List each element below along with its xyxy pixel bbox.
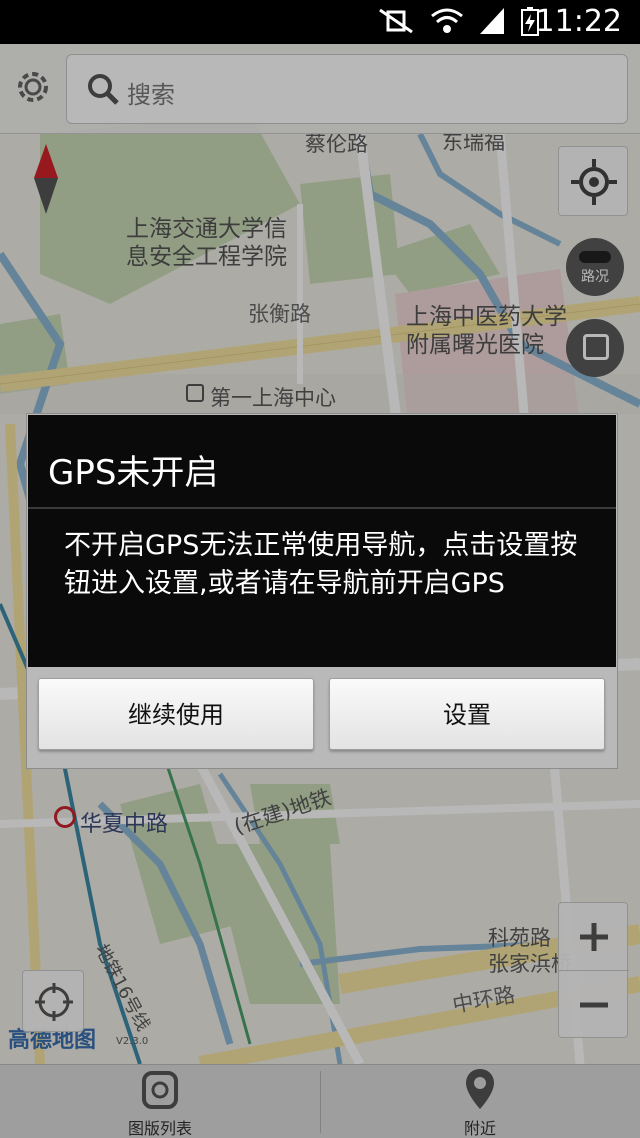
mute-vibrate-icon bbox=[379, 8, 413, 34]
status-icons bbox=[376, 6, 540, 36]
wifi-icon bbox=[431, 8, 463, 33]
dialog-message-area: 不开启GPS无法正常使用导航，点击设置按钮进入设置,或者请在导航前开启GPS bbox=[28, 509, 616, 667]
dialog-title-area: GPS未开启 bbox=[28, 415, 616, 507]
signal-icon bbox=[480, 8, 504, 34]
status-bar: 11:22 bbox=[0, 0, 640, 44]
gps-dialog: GPS未开启 不开启GPS无法正常使用导航，点击设置按钮进入设置,或者请在导航前… bbox=[26, 413, 618, 769]
dialog-message: 不开启GPS无法正常使用导航，点击设置按钮进入设置,或者请在导航前开启GPS bbox=[64, 530, 578, 599]
dialog-title: GPS未开启 bbox=[48, 453, 219, 493]
continue-button[interactable]: 继续使用 bbox=[38, 678, 314, 750]
status-time: 11:22 bbox=[535, 4, 622, 39]
settings-button[interactable]: 设置 bbox=[329, 678, 605, 750]
